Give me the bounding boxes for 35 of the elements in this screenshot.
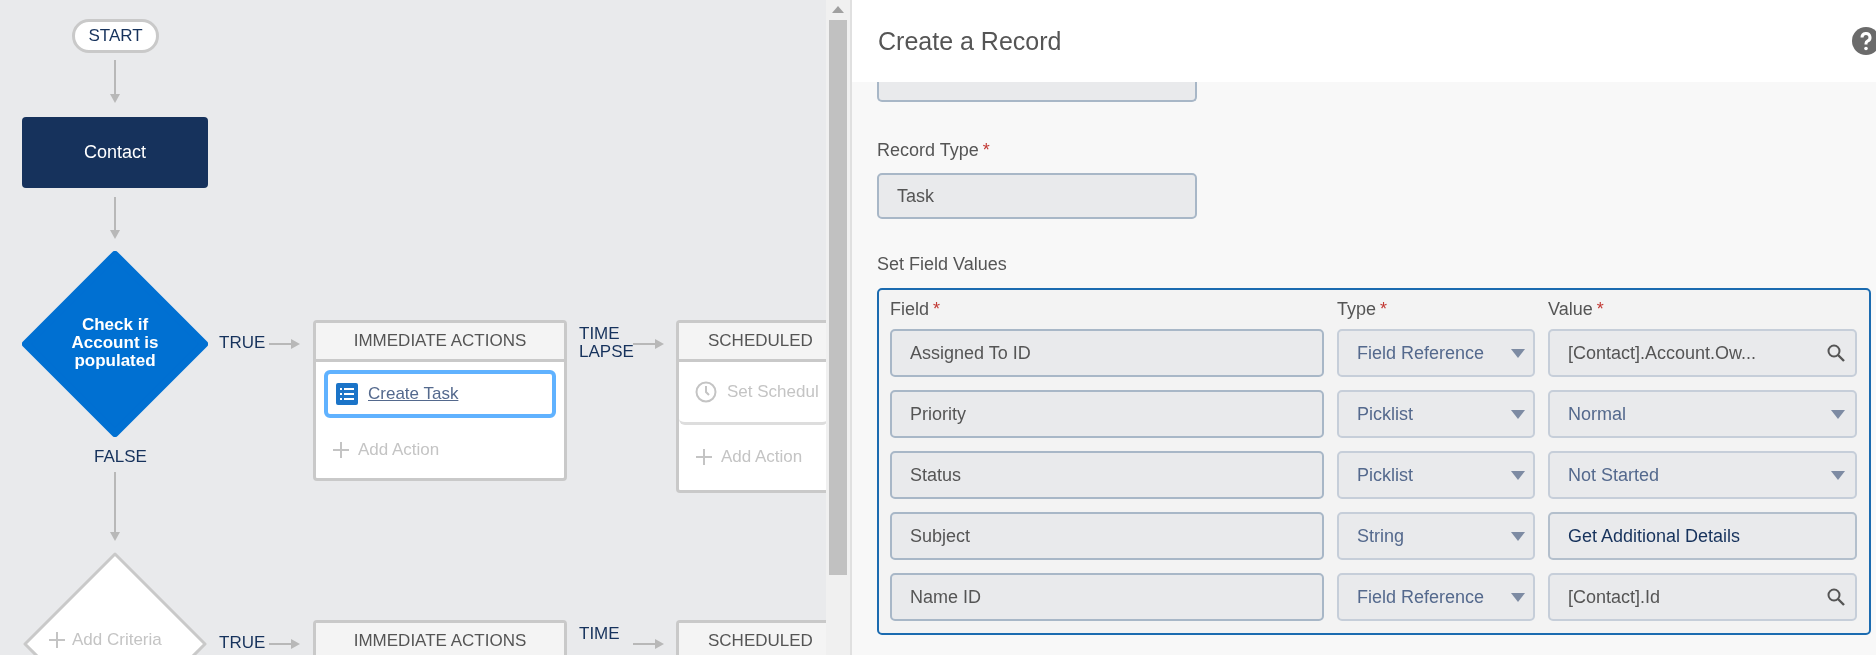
group-title: SCHEDULED (708, 331, 813, 351)
type-dropdown[interactable]: Field Reference (1337, 329, 1535, 377)
field-name-input[interactable]: Assigned To ID (890, 329, 1324, 377)
decision-label: Check if Account is populated (70, 316, 160, 370)
value-dropdown[interactable]: Not Started (1548, 451, 1857, 499)
group-title: IMMEDIATE ACTIONS (353, 631, 527, 651)
field-name-input[interactable]: Name ID (890, 573, 1324, 621)
branch-label: TRUE (219, 334, 266, 352)
column-header: Type * (1337, 297, 1389, 321)
value-dropdown[interactable]: Normal (1548, 390, 1857, 438)
field-name-input[interactable]: Priority (890, 390, 1324, 438)
branch-label: FALSE (94, 448, 147, 466)
panel-title: Create a Record (878, 26, 1062, 56)
start-node: START (72, 19, 159, 53)
value-lookup-field[interactable]: [Contact].Account.Ow... (1548, 329, 1857, 377)
type-dropdown[interactable]: String (1337, 512, 1535, 560)
group-title: IMMEDIATE ACTIONS (353, 331, 527, 351)
time-lapse-label: TIME LAPSE (579, 325, 635, 361)
time-lapse-label: TIME (579, 625, 621, 643)
value-lookup-field[interactable]: [Contact].Id (1548, 573, 1857, 621)
column-header: Value * (1548, 297, 1605, 321)
object-node[interactable]: Contact (22, 117, 208, 188)
action-item[interactable]: Create Task (324, 370, 556, 418)
field-name-input[interactable]: Subject (890, 512, 1324, 560)
field-label: Record Type * (877, 139, 991, 161)
value-input[interactable]: Get Additional Details (1548, 512, 1857, 560)
group-title: SCHEDULED (708, 631, 813, 651)
record-type-field[interactable]: Task (877, 173, 1197, 219)
branch-label: TRUE (219, 634, 266, 652)
type-dropdown[interactable]: Field Reference (1337, 573, 1535, 621)
type-dropdown[interactable]: Picklist (1337, 451, 1535, 499)
column-header: Field * (890, 297, 942, 321)
type-dropdown[interactable]: Picklist (1337, 390, 1535, 438)
section-title: Set Field Values (877, 253, 1008, 275)
field-name-input[interactable]: Status (890, 451, 1324, 499)
